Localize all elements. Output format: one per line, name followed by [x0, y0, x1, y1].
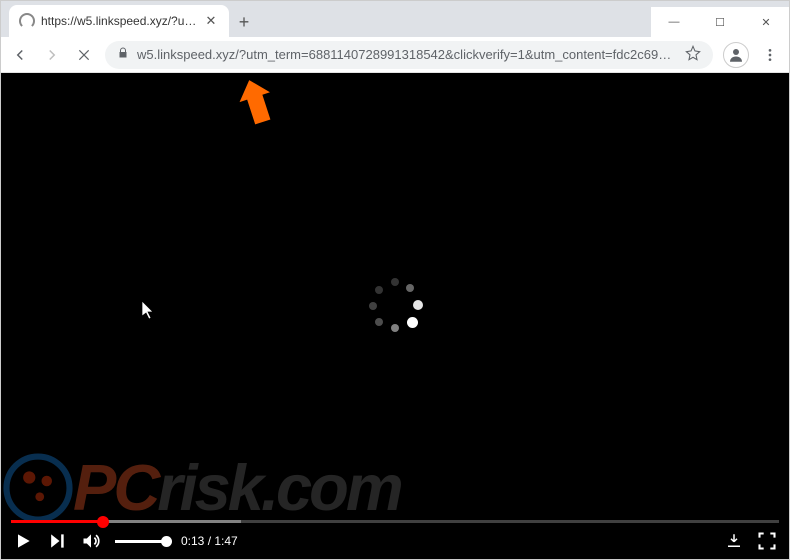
window-close-button[interactable]: ✕ — [743, 7, 789, 37]
address-bar[interactable]: w5.linkspeed.xyz/?utm_term=6881140728991… — [105, 41, 713, 69]
watermark-text: PCrisk.com — [73, 450, 401, 525]
browser-window: https://w5.linkspeed.xyz/?utm_te ✕ + — ☐… — [0, 0, 790, 560]
page-content: PCrisk.com 0:13 / 1:47 — [1, 73, 789, 559]
toolbar: w5.linkspeed.xyz/?utm_term=6881140728991… — [1, 37, 789, 73]
cursor-icon — [142, 301, 156, 321]
tab-title: https://w5.linkspeed.xyz/?utm_te — [41, 14, 197, 28]
fullscreen-button[interactable] — [757, 531, 777, 551]
profile-avatar-button[interactable] — [723, 42, 749, 68]
loading-spinner-icon — [19, 13, 35, 29]
progress-played — [11, 520, 103, 523]
play-button[interactable] — [13, 531, 33, 551]
watermark: PCrisk.com — [1, 450, 789, 525]
forward-button[interactable] — [41, 44, 63, 66]
browser-tab[interactable]: https://w5.linkspeed.xyz/?utm_te ✕ — [9, 5, 229, 37]
menu-button[interactable] — [759, 44, 781, 66]
volume-button[interactable] — [81, 531, 101, 551]
video-controls: 0:13 / 1:47 — [1, 523, 789, 559]
window-maximize-button[interactable]: ☐ — [697, 7, 743, 37]
window-minimize-button[interactable]: — — [651, 7, 697, 37]
volume-slider[interactable] — [115, 540, 167, 543]
tab-close-button[interactable]: ✕ — [203, 13, 219, 29]
tab-strip: https://w5.linkspeed.xyz/?utm_te ✕ + — ☐… — [1, 1, 789, 37]
bookmark-star-icon[interactable] — [685, 45, 701, 64]
watermark-logo-icon — [3, 453, 73, 523]
lock-icon — [117, 46, 129, 63]
video-load-spinner-icon — [367, 278, 423, 334]
next-button[interactable] — [47, 531, 67, 551]
url-text: w5.linkspeed.xyz/?utm_term=6881140728991… — [137, 47, 677, 62]
arrow-annotation-icon — [234, 75, 294, 135]
back-button[interactable] — [9, 44, 31, 66]
stop-reload-button[interactable] — [73, 44, 95, 66]
download-button[interactable] — [725, 532, 743, 550]
time-display: 0:13 / 1:47 — [181, 534, 238, 548]
new-tab-button[interactable]: + — [229, 7, 259, 37]
progress-bar[interactable] — [11, 520, 779, 523]
